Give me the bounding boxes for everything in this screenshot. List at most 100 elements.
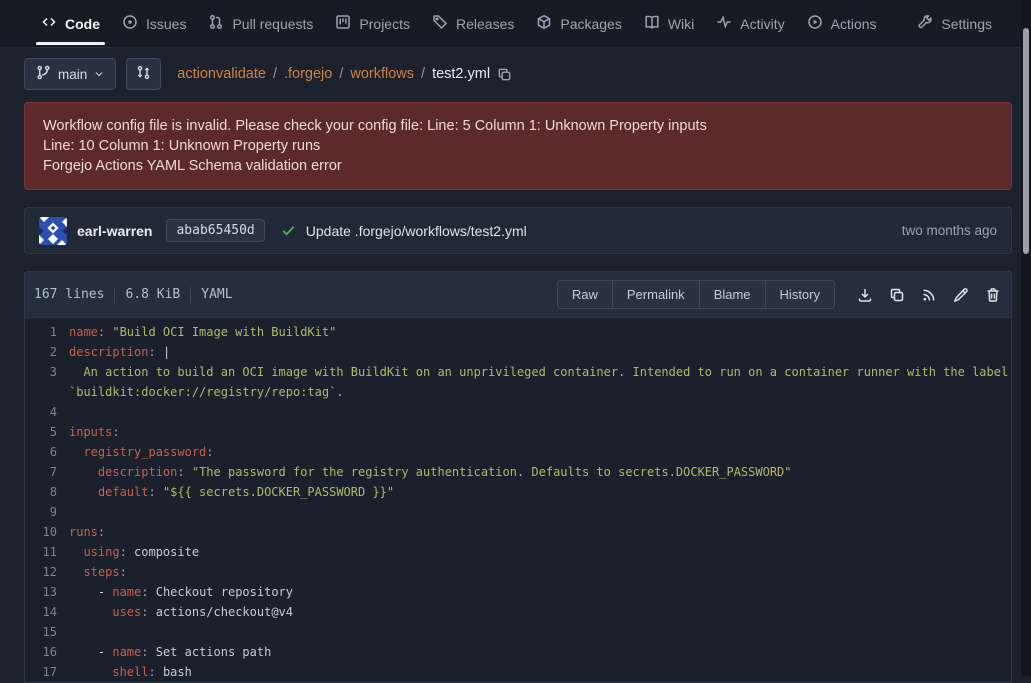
edit-icon[interactable] <box>953 287 969 303</box>
code-token: : <box>148 485 162 499</box>
code-token: : <box>98 325 112 339</box>
file-path-bar: main actionvalidate .forgejo workflows t… <box>24 57 1012 91</box>
code-lines: 1name: "Build OCI Image with BuildKit"2d… <box>25 322 1011 682</box>
rss-icon[interactable] <box>921 287 937 303</box>
code-line: 2description: | <box>25 342 1011 362</box>
breadcrumb-separator <box>339 66 343 82</box>
tab-label: Packages <box>560 16 621 32</box>
blame-button[interactable]: Blame <box>699 281 765 308</box>
line-number[interactable]: 10 <box>25 522 69 542</box>
git-branch-icon <box>36 65 51 83</box>
code-token: : <box>112 425 119 439</box>
divider <box>190 287 191 303</box>
history-button[interactable]: History <box>765 281 834 308</box>
tag-icon <box>432 14 448 33</box>
line-number[interactable]: 2 <box>25 342 69 362</box>
code-line: 16 - name: Set actions path <box>25 642 1011 662</box>
line-number[interactable]: 16 <box>25 642 69 662</box>
code-line-content: uses: actions/checkout@v4 <box>69 602 1011 622</box>
line-number[interactable]: 9 <box>25 502 69 522</box>
tab-label: Projects <box>359 16 410 32</box>
code-token: "The password for the registry authentic… <box>192 465 792 479</box>
line-number[interactable]: 12 <box>25 562 69 582</box>
breadcrumb-dir-link[interactable]: workflows <box>350 66 414 82</box>
code-token: using <box>83 545 119 559</box>
line-number[interactable]: 13 <box>25 582 69 602</box>
tab-packages[interactable]: Packages <box>525 0 632 47</box>
copy-path-icon[interactable] <box>497 67 512 82</box>
code-line-content: description: | <box>69 342 1011 362</box>
line-number[interactable]: 17 <box>25 662 69 682</box>
code-token <box>69 545 83 559</box>
delete-icon[interactable] <box>985 287 1001 303</box>
code-token: | <box>163 345 170 359</box>
line-number[interactable]: 15 <box>25 622 69 642</box>
page-scrollbar <box>1021 0 1031 676</box>
code-token: : <box>141 645 155 659</box>
code-line: 17 shell: bash <box>25 662 1011 682</box>
breadcrumb-repo-link[interactable]: actionvalidate <box>177 66 266 82</box>
tab-pull-requests[interactable]: Pull requests <box>197 0 324 47</box>
code-line: 11 using: composite <box>25 542 1011 562</box>
permalink-button[interactable]: Permalink <box>612 281 699 308</box>
commit-status-check-icon[interactable] <box>281 223 296 238</box>
tab-actions[interactable]: Actions <box>796 0 888 47</box>
code-line: 8 default: "${{ secrets.DOCKER_PASSWORD … <box>25 482 1011 502</box>
code-token: : <box>148 665 162 679</box>
code-token: default <box>98 485 149 499</box>
tab-activity[interactable]: Activity <box>705 0 795 47</box>
code-line: 5inputs: <box>25 422 1011 442</box>
commit-message-link[interactable]: Update .forgejo/workflows/test2.yml <box>306 223 527 239</box>
commit-hash-badge[interactable]: abab65450d <box>166 219 264 242</box>
code-token <box>69 445 83 459</box>
scrollbar-thumb[interactable] <box>1023 28 1029 254</box>
code-token: : <box>120 545 134 559</box>
line-number[interactable]: 4 <box>25 402 69 422</box>
tab-label: Releases <box>456 16 514 32</box>
divider <box>114 287 115 303</box>
file-header: 167 lines 6.8 KiB YAML Raw Permalink Bla… <box>25 272 1011 318</box>
line-number[interactable]: 11 <box>25 542 69 562</box>
code-token: actions/checkout@v4 <box>156 605 293 619</box>
compare-button[interactable] <box>126 58 161 90</box>
code-token: composite <box>134 545 199 559</box>
git-compare-icon <box>136 65 151 83</box>
tab-code[interactable]: Code <box>30 0 111 47</box>
code-line-content: An action to build an OCI image with Bui… <box>69 362 1011 402</box>
download-icon[interactable] <box>857 287 873 303</box>
line-number[interactable]: 3 <box>25 362 69 402</box>
code-token: "Build OCI Image with BuildKit" <box>112 325 336 339</box>
code-token: name <box>112 585 141 599</box>
code-token: name <box>112 645 141 659</box>
commit-author-link[interactable]: earl-warren <box>77 223 152 239</box>
code-line: 6 registry_password: <box>25 442 1011 462</box>
branch-select-button[interactable]: main <box>24 58 116 90</box>
line-number[interactable]: 6 <box>25 442 69 462</box>
code-token: Set actions path <box>156 645 272 659</box>
line-number[interactable]: 1 <box>25 322 69 342</box>
line-number[interactable]: 8 <box>25 482 69 502</box>
pull-request-icon <box>208 14 224 33</box>
breadcrumb-separator <box>273 66 277 82</box>
copy-icon[interactable] <box>889 287 905 303</box>
file-view-button-group: Raw Permalink Blame History <box>557 280 835 309</box>
tab-settings[interactable]: Settings <box>906 0 1003 47</box>
tab-issues[interactable]: Issues <box>111 0 197 47</box>
tab-wiki[interactable]: Wiki <box>633 0 705 47</box>
code-token: name <box>69 325 98 339</box>
file-actions: Raw Permalink Blame History <box>557 280 1001 309</box>
code-line: 14 uses: actions/checkout@v4 <box>25 602 1011 622</box>
line-number[interactable]: 5 <box>25 422 69 442</box>
tab-releases[interactable]: Releases <box>421 0 525 47</box>
tab-label: Wiki <box>668 16 694 32</box>
branch-name: main <box>58 67 87 82</box>
tab-projects[interactable]: Projects <box>324 0 421 47</box>
avatar[interactable] <box>39 217 67 245</box>
line-number[interactable]: 14 <box>25 602 69 622</box>
code-line-content: registry_password: <box>69 442 1011 462</box>
raw-button[interactable]: Raw <box>558 281 612 308</box>
code-token: - <box>69 585 112 599</box>
breadcrumb-dir-link[interactable]: .forgejo <box>284 66 332 82</box>
code-line: 13 - name: Checkout repository <box>25 582 1011 602</box>
line-number[interactable]: 7 <box>25 462 69 482</box>
